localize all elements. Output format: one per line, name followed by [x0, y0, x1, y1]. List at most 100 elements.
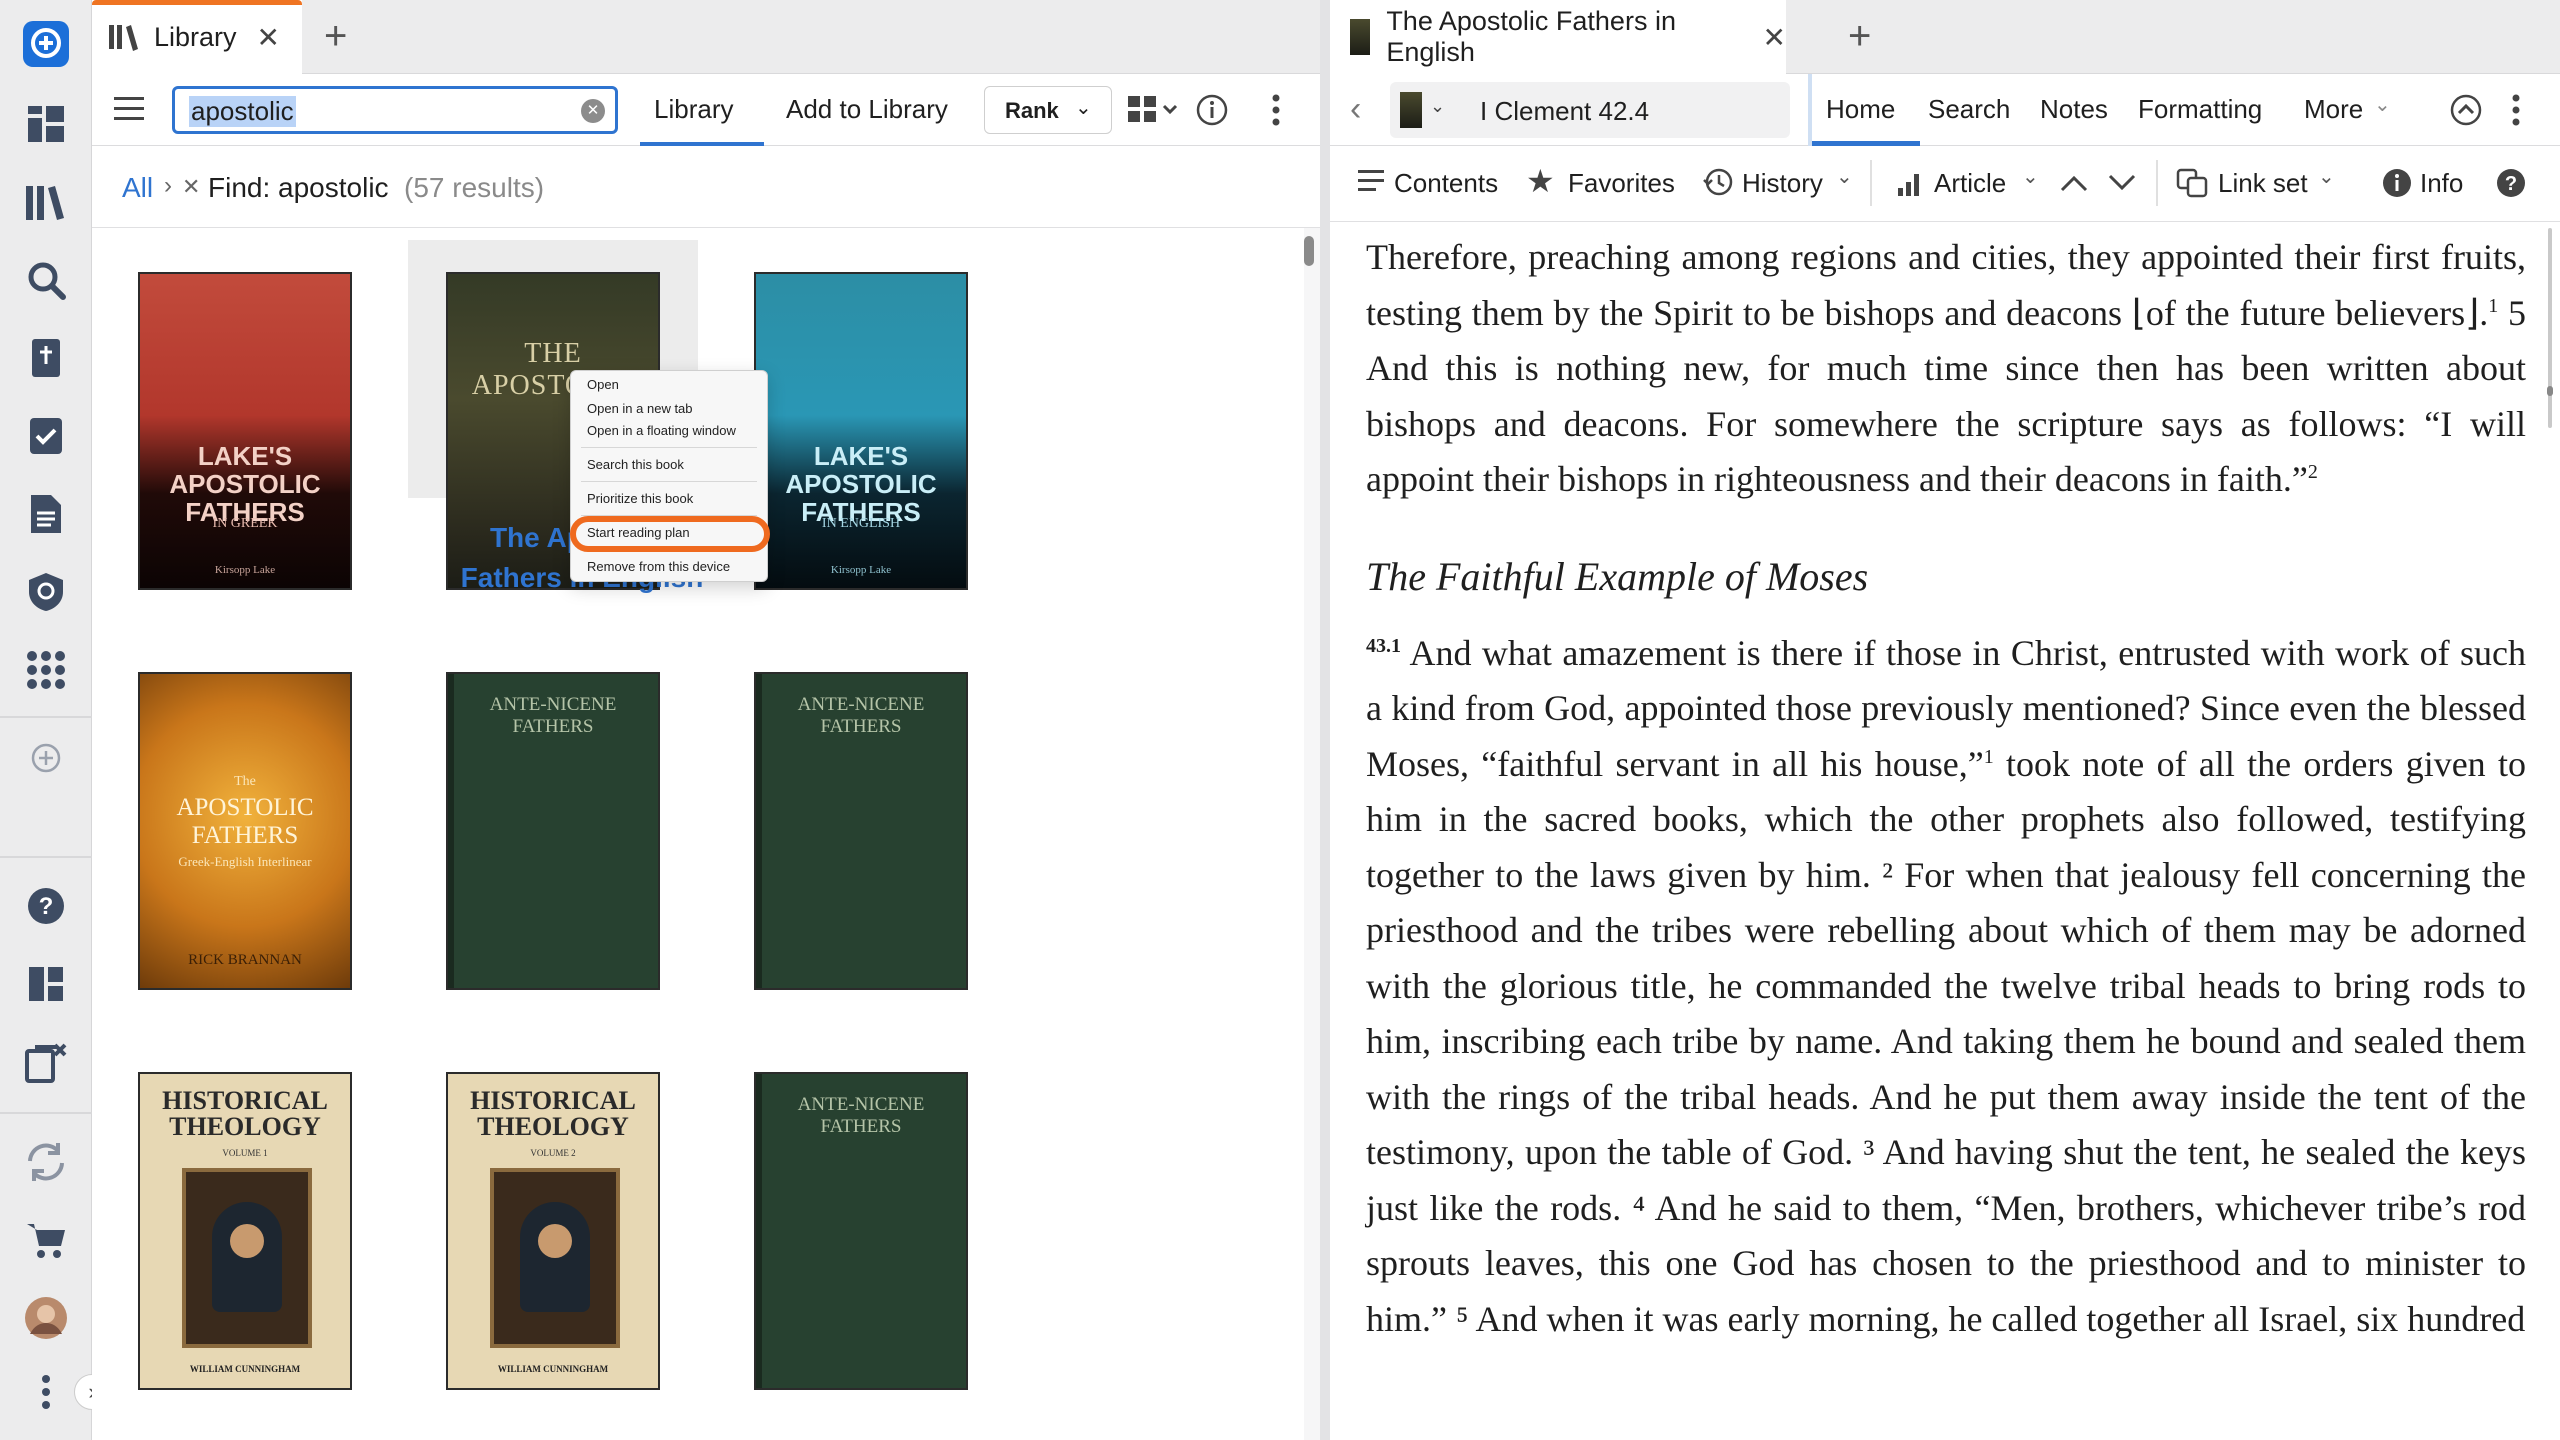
sync-icon[interactable]	[18, 1134, 74, 1190]
collapse-toolbar-icon[interactable]	[2450, 94, 2482, 126]
next-down-icon[interactable]	[2108, 174, 2136, 192]
link-set-button[interactable]: Link set	[2218, 168, 2308, 199]
tab-home[interactable]: Home	[1812, 74, 1920, 146]
library-view-label: Library	[654, 94, 734, 124]
layouts-icon[interactable]	[18, 956, 74, 1012]
book-cover[interactable]: HISTORICAL THEOLOGY VOLUME 2 WILLIAM CUN…	[446, 1072, 660, 1390]
tab-reader[interactable]: The Apostolic Fathers in English ✕	[1330, 0, 1786, 74]
close-tab-icon[interactable]: ✕	[257, 21, 280, 54]
add-to-library-button[interactable]: Add to Library	[786, 94, 948, 125]
reference-text[interactable]: I Clement 42.4	[1480, 96, 1649, 127]
help-icon[interactable]: ?	[2496, 168, 2526, 198]
tab-home-label: Home	[1826, 94, 1896, 124]
reader-panel: The Apostolic Fathers in English ✕ + ‹ ⌄…	[1330, 0, 2560, 1440]
book-cover[interactable]: LAKE'S APOSTOLIC FATHERS IN GREEK Kirsop…	[138, 272, 352, 590]
book-author: WILLIAM CUNNINGHAM	[497, 1364, 609, 1374]
new-tab-button[interactable]: +	[324, 16, 347, 56]
user-avatar[interactable]	[18, 1290, 74, 1346]
previous-up-icon[interactable]	[2060, 174, 2088, 192]
verse-number[interactable]: 43.1	[1366, 635, 1401, 657]
info-button[interactable]: Info	[2420, 168, 2463, 199]
back-arrow-icon[interactable]: ‹	[1350, 92, 1361, 126]
library-panel: Library ✕ + apostolic ✕ Library Add to L…	[92, 0, 1320, 1440]
more-options-icon[interactable]	[2512, 94, 2520, 126]
book-title: HISTORICAL THEOLOGY	[470, 1086, 636, 1141]
book-cover[interactable]: The APOSTOLIC FATHERS Greek-English Inte…	[138, 672, 352, 990]
breadcrumb-all-link[interactable]: All	[122, 172, 153, 204]
chevron-down-icon[interactable]: ⌄	[1430, 96, 1445, 117]
documents-icon[interactable]	[18, 486, 74, 542]
menu-item-open-floating[interactable]: Open in a floating window	[587, 423, 736, 438]
dashboard-icon[interactable]	[18, 96, 74, 152]
library-icon[interactable]	[18, 174, 74, 230]
book-cover[interactable]: ANTE-NICENE FATHERS	[754, 1072, 968, 1390]
help-icon[interactable]: ?	[18, 878, 74, 934]
menu-item-open[interactable]: Open	[587, 377, 619, 392]
menu-item-remove-device[interactable]: Remove from this device	[587, 559, 730, 574]
info-icon[interactable]	[1196, 94, 1228, 126]
search-icon[interactable]	[18, 252, 74, 308]
panel-divider[interactable]	[1320, 0, 1330, 1440]
chevron-down-icon: ⌄	[2374, 94, 2391, 116]
tab-search[interactable]: Search	[1928, 94, 2010, 125]
book-cover[interactable]: HISTORICAL THEOLOGY VOLUME 1 WILLIAM CUN…	[138, 1072, 352, 1390]
cart-icon[interactable]	[18, 1212, 74, 1268]
favorites-button[interactable]: Favorites	[1568, 168, 1675, 199]
contents-button[interactable]: Contents	[1394, 168, 1498, 199]
footnote-marker[interactable]: 2	[2308, 461, 2318, 483]
reader-scrollbar-track[interactable]	[2548, 228, 2552, 428]
text-run: took note of all the orders given to him…	[1366, 743, 2526, 1339]
more-options-icon[interactable]	[1272, 94, 1280, 126]
menu-item-prioritize[interactable]: Prioritize this book	[587, 491, 693, 506]
results-count: (57 results)	[404, 172, 545, 203]
reader-scrollbar-thumb[interactable]	[2547, 386, 2553, 396]
find-filter-label: Find: apostolic	[208, 172, 389, 203]
library-icon	[108, 23, 142, 51]
library-search-input[interactable]: apostolic ✕	[172, 86, 618, 134]
book-subtitle: Greek-English Interlinear	[178, 854, 312, 869]
close-panels-icon[interactable]	[18, 1034, 74, 1090]
close-tab-icon[interactable]: ✕	[1763, 21, 1786, 54]
breadcrumb: All › ✕ Find: apostolic (57 results)	[92, 146, 1320, 228]
bible-icon[interactable]	[18, 330, 74, 386]
menu-icon[interactable]	[114, 96, 144, 122]
history-icon	[1702, 166, 1734, 198]
logos-logo-icon[interactable]	[18, 16, 74, 72]
book-cover[interactable]: ANTE-NICENE FATHERS	[446, 672, 660, 990]
reference-box[interactable]: ⌄ I Clement 42.4	[1390, 82, 1790, 138]
book-title: ANTE-NICENE FATHERS	[797, 1094, 925, 1137]
menu-item-search-book[interactable]: Search this book	[587, 457, 684, 472]
library-scrollbar-thumb[interactable]	[1304, 236, 1314, 266]
article-button[interactable]: Article	[1934, 168, 2006, 199]
book-small-title: The	[234, 774, 256, 789]
contents-icon	[1358, 168, 1384, 194]
history-button[interactable]: History	[1742, 168, 1823, 199]
remove-filter-icon[interactable]: ✕	[182, 174, 200, 200]
tab-library-view[interactable]: Library	[640, 74, 764, 146]
library-tabbar: Library ✕ +	[92, 0, 1320, 74]
sort-dropdown[interactable]: Rank ⌄	[984, 86, 1112, 134]
more-vertical-icon[interactable]	[18, 1364, 74, 1420]
menu-item-open-new-tab[interactable]: Open in a new tab	[587, 401, 693, 416]
clear-search-icon[interactable]: ✕	[581, 99, 605, 123]
view-options-icon[interactable]	[1126, 94, 1180, 124]
new-tab-button[interactable]: +	[1848, 16, 1871, 56]
tab-more[interactable]: More	[2304, 94, 2363, 125]
library-toolbar: apostolic ✕ Library Add to Library Rank …	[92, 74, 1320, 146]
add-shortcut-icon[interactable]	[18, 730, 74, 786]
footnote-marker[interactable]: 1	[1984, 746, 1994, 768]
tab-formatting[interactable]: Formatting	[2138, 94, 2262, 125]
reader-toolbar: ‹ ⌄ I Clement 42.4 Home Search Notes For…	[1330, 74, 2560, 146]
tab-title: The Apostolic Fathers in English	[1386, 6, 1676, 67]
tab-library[interactable]: Library ✕	[92, 0, 302, 74]
footnote-marker[interactable]: 1	[2488, 295, 2498, 317]
reading-plan-icon[interactable]	[18, 408, 74, 464]
book-cover[interactable]: LAKE'S APOSTOLIC FATHERS IN ENGLISH Kirs…	[754, 272, 968, 590]
svg-text:?: ?	[2505, 173, 2517, 195]
reader-content: Therefore, preaching among regions and c…	[1330, 222, 2560, 1440]
apps-grid-icon[interactable]	[18, 642, 74, 698]
book-cover[interactable]: ANTE-NICENE FATHERS	[754, 672, 968, 990]
book-subtitle: VOLUME 1	[222, 1148, 268, 1158]
guides-icon[interactable]	[18, 564, 74, 620]
tab-notes[interactable]: Notes	[2040, 94, 2108, 125]
